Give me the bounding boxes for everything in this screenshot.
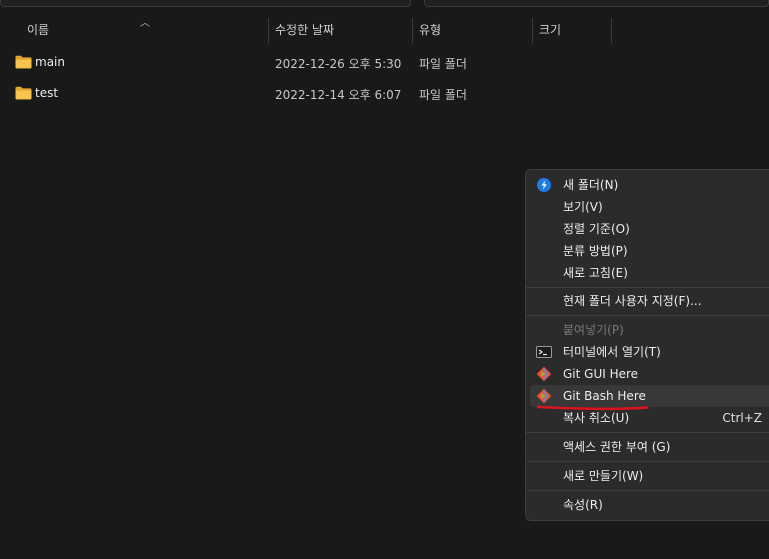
context-menu: 새 폴더(N) 보기(V) › 정렬 기준(O) › 분류 방법(P) › 새로… xyxy=(525,169,769,521)
menu-divider xyxy=(526,461,769,462)
folder-icon xyxy=(15,86,32,100)
file-row-test[interactable]: test 2022-12-14 오후 6:07 파일 폴더 xyxy=(0,79,520,107)
file-type: 파일 폴더 xyxy=(419,88,467,102)
column-divider[interactable] xyxy=(611,18,612,44)
menu-label: 현재 폴더 사용자 지정(F)... xyxy=(563,294,702,308)
column-date-modified[interactable]: 수정한 날짜 xyxy=(275,14,334,44)
column-divider[interactable] xyxy=(268,18,269,44)
menu-item-sort-by[interactable]: 정렬 기준(O) › xyxy=(530,218,769,240)
menu-item-group-by[interactable]: 분류 방법(P) › xyxy=(530,240,769,262)
git-icon xyxy=(536,366,552,382)
menu-label: 터미널에서 열기(T) xyxy=(563,345,661,359)
column-name[interactable]: 이름 xyxy=(27,14,49,44)
menu-item-give-access[interactable]: 액세스 권한 부여 (G) › xyxy=(530,436,769,458)
new-folder-icon xyxy=(537,178,551,192)
column-divider[interactable] xyxy=(532,18,533,44)
menu-label: 분류 방법(P) xyxy=(563,244,628,258)
search-box[interactable] xyxy=(424,0,769,7)
address-bar[interactable] xyxy=(0,0,411,7)
menu-item-customize-folder[interactable]: 현재 폴더 사용자 지정(F)... xyxy=(530,290,769,312)
column-type[interactable]: 유형 xyxy=(419,14,441,44)
menu-label: 새로 만들기(W) xyxy=(563,469,644,483)
git-bash-icon xyxy=(536,388,552,404)
menu-label: 새로 고침(E) xyxy=(563,266,628,280)
menu-divider xyxy=(526,432,769,433)
menu-label: 정렬 기준(O) xyxy=(563,222,630,236)
menu-label: Git GUI Here xyxy=(563,367,639,381)
menu-item-new[interactable]: 새로 만들기(W) › xyxy=(530,465,769,487)
menu-divider xyxy=(526,490,769,491)
menu-item-refresh[interactable]: 새로 고침(E) xyxy=(530,262,769,284)
column-header: ︿ 이름 수정한 날짜 유형 크기 xyxy=(0,14,769,46)
file-date: 2022-12-26 오후 5:30 xyxy=(275,57,402,71)
file-row-main[interactable]: main 2022-12-26 오후 5:30 파일 폴더 xyxy=(0,48,520,76)
menu-item-open-terminal[interactable]: 터미널에서 열기(T) xyxy=(530,341,769,363)
terminal-icon xyxy=(536,346,552,358)
menu-label: 보기(V) xyxy=(563,200,603,214)
menu-item-git-gui[interactable]: Git GUI Here xyxy=(530,363,769,385)
file-name: test xyxy=(35,86,59,100)
menu-item-properties[interactable]: 속성(R) xyxy=(530,494,769,516)
menu-label: 속성(R) xyxy=(563,498,603,512)
file-explorer-window: ︿ 이름 수정한 날짜 유형 크기 main 2022-12-26 오후 5:3… xyxy=(0,0,769,559)
file-type: 파일 폴더 xyxy=(419,57,467,71)
shortcut-label: Ctrl+Z xyxy=(722,411,762,425)
menu-divider xyxy=(526,287,769,288)
column-divider[interactable] xyxy=(412,18,413,44)
column-size[interactable]: 크기 xyxy=(539,14,561,44)
red-underline-annotation xyxy=(537,405,649,411)
menu-label: 붙여넣기(P) xyxy=(563,323,624,337)
menu-divider xyxy=(526,315,769,316)
folder-icon xyxy=(15,55,32,69)
menu-label: 새 폴더(N) xyxy=(563,178,619,192)
menu-label: 액세스 권한 부여 (G) xyxy=(563,440,671,454)
sort-ascending-icon[interactable]: ︿ xyxy=(140,14,150,29)
menu-item-new-folder[interactable]: 새 폴더(N) xyxy=(530,174,769,196)
file-name: main xyxy=(35,55,65,69)
menu-item-view[interactable]: 보기(V) › xyxy=(530,196,769,218)
menu-item-paste[interactable]: 붙여넣기(P) xyxy=(530,319,769,341)
file-date: 2022-12-14 오후 6:07 xyxy=(275,88,402,102)
